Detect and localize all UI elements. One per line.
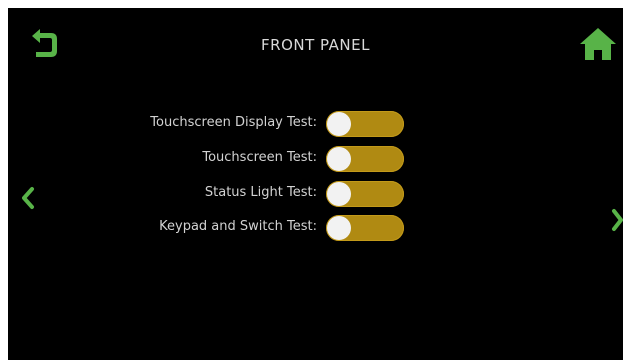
back-arrow-icon (32, 29, 57, 57)
home-icon (580, 28, 616, 60)
toggle-knob (327, 147, 351, 171)
toggle-knob (327, 216, 351, 240)
test-label: Status Light Test: (204, 185, 317, 200)
back-button[interactable] (26, 26, 60, 60)
test-row-touchscreen-display: Touchscreen Display Test: (8, 111, 623, 137)
test-label: Touchscreen Test: (202, 150, 317, 165)
test-label: Keypad and Switch Test: (159, 219, 317, 234)
keypad-switch-test-toggle[interactable] (326, 215, 404, 241)
home-button[interactable] (578, 26, 618, 62)
touchscreen-test-toggle[interactable] (326, 146, 404, 172)
test-row-keypad-switch: Keypad and Switch Test: (8, 215, 623, 241)
status-light-test-toggle[interactable] (326, 181, 404, 207)
toggle-knob (327, 182, 351, 206)
test-label: Touchscreen Display Test: (150, 115, 317, 130)
touchscreen-display-test-toggle[interactable] (326, 111, 404, 137)
test-row-touchscreen: Touchscreen Test: (8, 146, 623, 172)
test-row-status-light: Status Light Test: (8, 181, 623, 207)
header-bar: FRONT PANEL (8, 8, 623, 86)
front-panel-screen: FRONT PANEL Touchscreen Display Test: To… (8, 8, 623, 360)
page-title: FRONT PANEL (261, 36, 370, 54)
toggle-knob (327, 112, 351, 136)
